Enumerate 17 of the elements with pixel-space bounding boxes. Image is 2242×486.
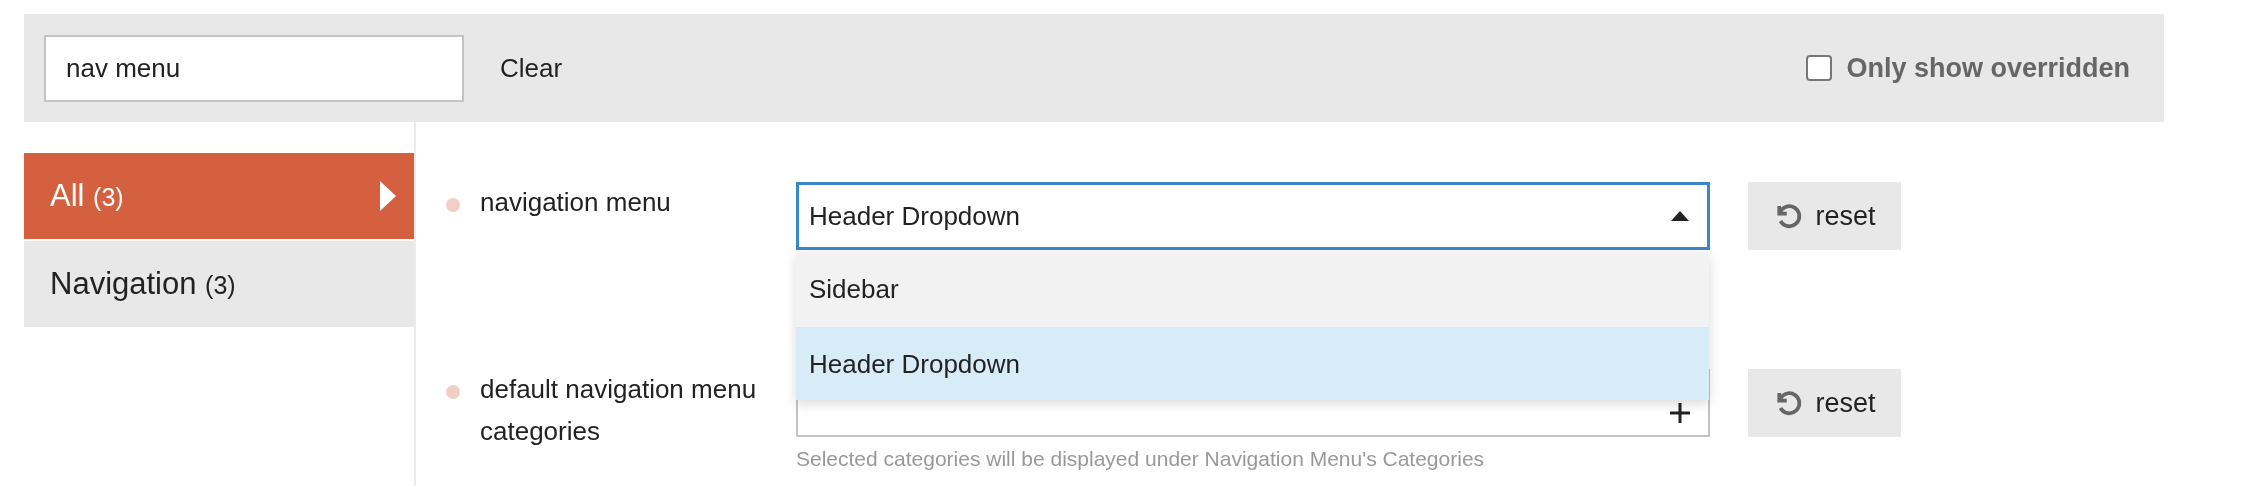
setting-label: navigation menu [480,186,672,219]
select-field[interactable]: Header Dropdown [796,182,1710,250]
reset-button[interactable]: reset [1748,182,1901,250]
triangle-icon [380,181,396,211]
checkbox[interactable] [1806,55,1833,81]
hint-text: Selected categories will be displayed under Navigation Menu's Categories [796,446,1486,472]
checkbox-label: Only show overridden [1846,51,2130,85]
dropdown-option[interactable]: Sidebar [796,252,1709,328]
plus-icon [1670,403,1690,423]
setting-label: default navigation menu categories [480,373,758,448]
dropdown-option[interactable]: Header Dropdown [796,328,1709,400]
reset-button[interactable]: reset [1748,369,1901,437]
sidebar-item[interactable]: Navigation (3) [24,241,414,327]
sidebar-item[interactable]: All (3) [24,153,414,239]
caret-icon [1671,211,1689,221]
search-field[interactable]: nav menu [44,34,464,102]
clear-button[interactable]: Clear [490,38,573,98]
